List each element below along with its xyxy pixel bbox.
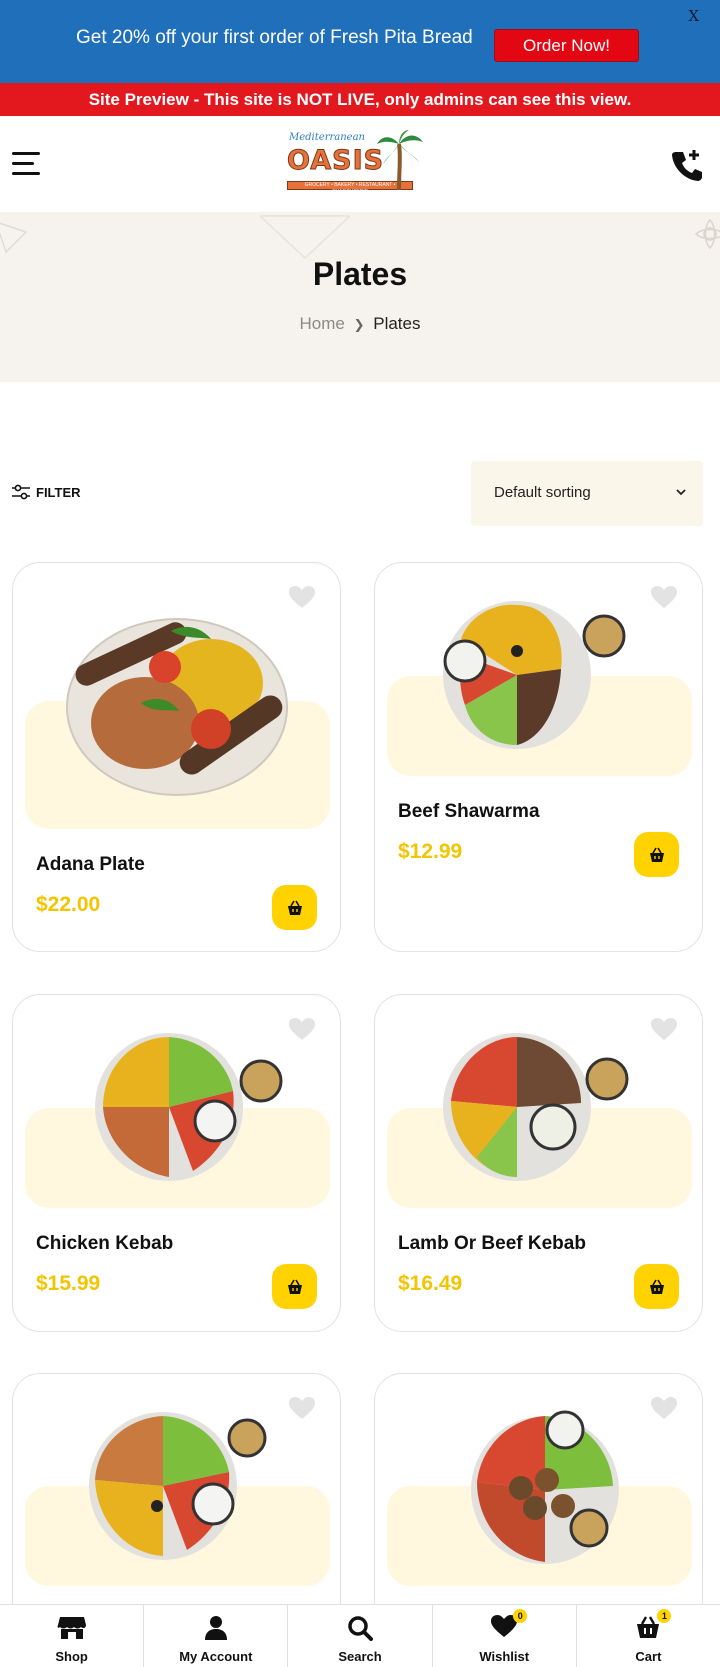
site-logo[interactable]: Mediterranean OASIS GROCERY • BAKERY • R… — [285, 130, 423, 196]
wishlist-heart-icon[interactable] — [651, 586, 677, 610]
product-card[interactable] — [374, 1373, 703, 1633]
product-card[interactable]: Adana Plate $22.00 — [12, 562, 341, 952]
product-image — [443, 1033, 629, 1181]
product-image — [443, 601, 626, 749]
site-preview-banner: Site Preview - This site is NOT LIVE, on… — [0, 83, 720, 116]
nav-label: Search — [338, 1649, 382, 1664]
breadcrumb: Home ❯ Plates — [0, 314, 720, 334]
nav-label: My Account — [179, 1649, 253, 1664]
wishlist-heart-icon[interactable] — [651, 1397, 677, 1421]
product-name[interactable]: Chicken Kebab — [36, 1233, 173, 1255]
wishlist-heart-icon[interactable] — [289, 1018, 315, 1042]
bottom-navigation: Shop My Account Search 0 Wishlist 1 Cart — [0, 1604, 720, 1667]
nav-cart[interactable]: 1 Cart — [577, 1605, 720, 1667]
add-to-cart-button[interactable] — [634, 832, 679, 877]
add-to-cart-button[interactable] — [634, 1264, 679, 1309]
nav-my-account[interactable]: My Account — [144, 1605, 289, 1667]
wishlist-heart-icon[interactable] — [651, 1018, 677, 1042]
product-price: $12.99 — [398, 840, 463, 863]
page-title: Plates — [312, 256, 408, 292]
cart-count-badge: 1 — [657, 1609, 672, 1623]
basket-icon — [287, 900, 302, 915]
wishlist-count-badge: 0 — [513, 1609, 528, 1623]
basket-icon — [649, 1279, 664, 1294]
product-image — [89, 1412, 267, 1560]
nav-label: Wishlist — [479, 1649, 530, 1664]
product-price: $16.49 — [398, 1272, 463, 1295]
product-card[interactable]: Beef Shawarma $12.99 — [374, 562, 703, 952]
decorative-pizza-icon — [260, 215, 350, 260]
product-name[interactable]: Beef Shawarma — [398, 801, 540, 823]
nav-wishlist[interactable]: 0 Wishlist — [433, 1605, 577, 1667]
breadcrumb-separator: ❯ — [353, 317, 365, 332]
product-image — [95, 1033, 283, 1181]
product-image — [471, 1410, 619, 1564]
basket-icon — [287, 1279, 302, 1294]
heart-icon-wrap: 0 — [491, 1609, 528, 1639]
product-card[interactable] — [12, 1373, 341, 1633]
store-icon — [57, 1617, 86, 1639]
nav-search[interactable]: Search — [288, 1605, 433, 1667]
logo-wordmark: OASIS — [286, 145, 385, 177]
basket-icon-wrap: 1 — [635, 1609, 672, 1639]
product-price: $15.99 — [36, 1272, 101, 1295]
promo-text: Get 20% off your first order of Fresh Pi… — [76, 27, 473, 48]
add-to-cart-button[interactable] — [272, 885, 317, 930]
basket-icon — [649, 847, 664, 862]
filter-button[interactable]: FILTER — [12, 484, 81, 500]
logo-tagline: Mediterranean — [289, 132, 365, 143]
promo-bar: Get 20% off your first order of Fresh Pi… — [0, 0, 720, 83]
user-icon — [204, 1616, 227, 1640]
sort-select[interactable]: Default sorting — [471, 461, 703, 526]
site-header: Mediterranean OASIS GROCERY • BAKERY • R… — [0, 116, 720, 212]
sort-value: Default sorting — [494, 484, 591, 501]
nav-label: Cart — [635, 1649, 662, 1664]
close-promo-button[interactable]: X — [688, 7, 699, 25]
product-price: $22.00 — [36, 893, 101, 916]
order-now-button[interactable]: Order Now! — [494, 29, 639, 62]
nav-label: Shop — [55, 1649, 88, 1664]
palm-tree-icon — [377, 130, 423, 191]
wishlist-heart-icon[interactable] — [289, 1397, 315, 1421]
product-card[interactable]: Lamb Or Beef Kebab $16.49 — [374, 994, 703, 1332]
product-name[interactable]: Adana Plate — [36, 854, 145, 876]
chevron-down-icon — [676, 489, 686, 496]
wishlist-heart-icon[interactable] — [289, 586, 315, 610]
breadcrumb-current: Plates — [373, 314, 421, 333]
menu-icon[interactable] — [12, 152, 40, 176]
filter-label: FILTER — [36, 484, 81, 500]
nav-shop[interactable]: Shop — [0, 1605, 145, 1667]
breadcrumb-home[interactable]: Home — [300, 314, 345, 333]
product-name[interactable]: Lamb Or Beef Kebab — [398, 1233, 586, 1255]
filter-sliders-icon — [12, 484, 30, 500]
add-to-cart-button[interactable] — [272, 1264, 317, 1309]
product-image — [66, 618, 288, 796]
product-card[interactable]: Chicken Kebab $15.99 — [12, 994, 341, 1332]
search-icon — [348, 1616, 373, 1641]
page-hero: Plates Home ❯ Plates — [0, 212, 720, 382]
phone-icon[interactable] — [668, 146, 706, 184]
